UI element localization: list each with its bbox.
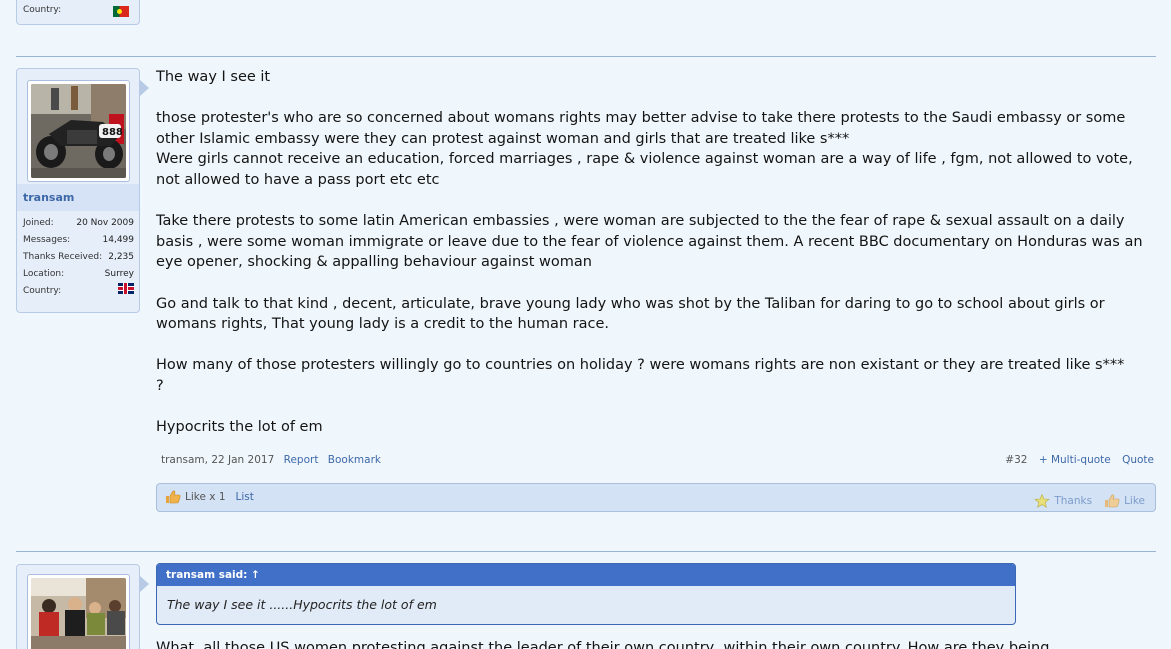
thanks-button[interactable]: Thanks: [1034, 493, 1093, 508]
message-paragraph: those protester's who are so concerned a…: [156, 108, 1156, 190]
stat-label: Location:: [23, 269, 65, 279]
post-footer: transam, 22 Jan 2017 Report Bookmark #32…: [161, 454, 1154, 470]
post-message: The way I see it those protester's who a…: [156, 67, 1156, 458]
stat-location: Location: Surrey: [23, 266, 134, 283]
stat-value[interactable]: Surrey: [105, 266, 134, 283]
thanks-label: Thanks: [1054, 495, 1093, 507]
thanks-star-icon: [1034, 493, 1051, 508]
thumbs-up-icon: [1104, 494, 1120, 508]
post-divider: [16, 551, 1156, 552]
stat-label: Country:: [23, 286, 62, 296]
stat-thanks: Thanks Received: 2,235: [23, 249, 134, 266]
like-label: Like: [1124, 495, 1145, 507]
likes-summary: Like x 1 List: [165, 490, 254, 504]
post-author-date[interactable]: transam, 22 Jan 2017: [161, 454, 274, 466]
user-stats: Joined: 20 Nov 2009 Messages: 14,499 Tha…: [23, 215, 134, 300]
post-message: What, all those US women protesting agai…: [156, 640, 1050, 649]
likes-actions: Thanks Like: [1022, 490, 1145, 508]
previous-post-userbox: Country:: [16, 0, 140, 25]
post-userbox: 888 transam Joined: 20 Nov 2009 Messages…: [16, 68, 140, 313]
stat-messages: Messages: 14,499: [23, 232, 134, 249]
country-row: Country:: [23, 5, 135, 17]
avatar-motorcycle-image: 888: [31, 84, 126, 178]
multi-quote-link[interactable]: + Multi-quote: [1039, 454, 1111, 466]
stat-label: Messages:: [23, 235, 71, 245]
uk-flag-icon: [118, 283, 134, 294]
stat-joined: Joined: 20 Nov 2009: [23, 215, 134, 232]
thumbs-up-icon: [165, 490, 181, 504]
username-band: transam: [17, 184, 139, 211]
report-link[interactable]: Report: [284, 454, 319, 466]
portugal-flag-icon: [113, 6, 129, 17]
message-paragraph: The way I see it: [156, 69, 271, 85]
message-text: How many of those protesters willingly g…: [156, 357, 1125, 394]
username-link[interactable]: transam: [23, 191, 74, 204]
quote-link[interactable]: Quote: [1122, 454, 1154, 466]
likes-bar: Like x 1 List Thanks Like: [156, 483, 1156, 512]
userbox-pointer: [140, 80, 149, 96]
likes-list-link[interactable]: List: [236, 491, 254, 503]
post-divider: [16, 56, 1156, 57]
avatar[interactable]: 888: [27, 80, 130, 182]
country-label: Country:: [23, 5, 62, 15]
stat-label: Joined:: [23, 218, 54, 228]
stat-label: Thanks Received:: [23, 252, 103, 262]
svg-text:888: 888: [102, 127, 123, 138]
avatar-group-photo-image: [31, 578, 126, 649]
like-count: Like x 1: [185, 491, 226, 503]
stat-value[interactable]: 14,499: [103, 232, 135, 249]
message-paragraph: How many of those protesters willingly g…: [156, 355, 1156, 396]
userbox-pointer: [140, 576, 149, 592]
quote-header[interactable]: transam said: ↑: [157, 564, 1015, 586]
stat-value: 20 Nov 2009: [76, 218, 134, 228]
post-controls: #32 + Multi-quote Quote: [997, 454, 1154, 466]
message-paragraph: Hypocrits the lot of em: [156, 419, 323, 436]
message-paragraph: Go and talk to that kind , decent, artic…: [156, 295, 1105, 333]
quote-text: The way I see it ......Hypocrits the lot…: [167, 597, 437, 612]
message-paragraph: Take there protests to some latin Americ…: [156, 213, 1143, 271]
bookmark-link[interactable]: Bookmark: [328, 454, 381, 466]
message-text: those protester's who are so concerned a…: [156, 110, 1133, 188]
post-number-link[interactable]: #32: [1005, 454, 1027, 466]
stat-value: 2,235: [108, 252, 134, 262]
avatar[interactable]: [27, 574, 130, 649]
stat-country: Country:: [23, 283, 134, 300]
like-button[interactable]: Like: [1104, 494, 1145, 508]
post-userbox: [16, 564, 140, 649]
quote-box: transam said: ↑ The way I see it ......H…: [156, 563, 1016, 625]
